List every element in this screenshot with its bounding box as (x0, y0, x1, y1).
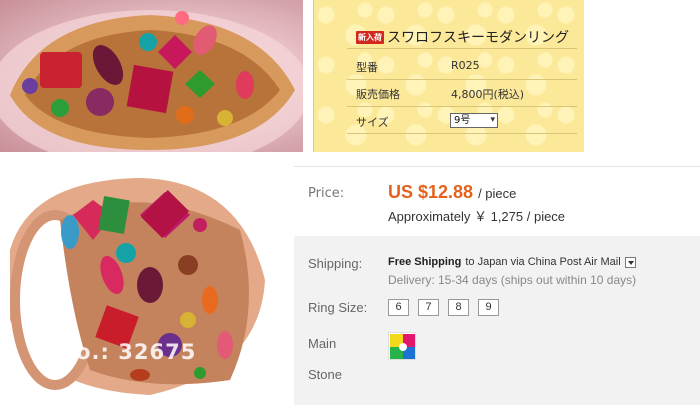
watermark-text: e No.: 32675 (34, 340, 197, 364)
spec-value-model: R025 (451, 59, 480, 72)
shipping-label: Shipping: (308, 256, 363, 271)
delivery-estimate: Delivery: 15-34 days (ships out within 1… (388, 273, 637, 287)
product-photo-top (0, 0, 303, 152)
divider (347, 79, 577, 80)
divider (347, 106, 577, 107)
new-arrival-badge: 新入荷 (356, 30, 384, 44)
multicolor-stone-icon (390, 334, 415, 359)
shipping-method: Free Shipping to Japan via China Post Ai… (388, 256, 636, 268)
price-label: Price: (308, 186, 345, 201)
spec-box: 新入荷 スワロフスキーモダンリング 型番 R025 販売価格 4,800円(税込… (313, 0, 584, 152)
shipping-detail: to Japan via China Post Air Mail (465, 256, 621, 268)
main-stone-swatch[interactable] (388, 332, 416, 360)
spec-value-price: 4,800円(税込) (451, 88, 525, 101)
main-stone-label-line2: Stone (308, 367, 342, 382)
price-approx: Approximately ￥ 1,275 / piece (388, 209, 566, 224)
shipping-dropdown-button[interactable] (624, 256, 636, 268)
ring-size-option[interactable]: 8 (448, 299, 469, 316)
divider (347, 48, 577, 49)
price-unit: / piece (478, 186, 517, 201)
size-select-value: 9号 (454, 115, 471, 126)
main-stone-label-line1: Main (308, 336, 337, 351)
price-section: Price: US $12.88 / piece Approximately ￥… (294, 166, 700, 236)
divider (347, 133, 577, 134)
ring-size-option[interactable]: 6 (388, 299, 409, 316)
spec-label-price: 販売価格 (356, 88, 400, 101)
price-amount: US $12.88 (388, 182, 474, 202)
ring-size-label: Ring Size: (308, 300, 368, 315)
product-photo-main: e No.: 32675 (0, 160, 278, 405)
ring-top-illustration (0, 10, 303, 152)
chevron-down-icon: ▾ (490, 115, 495, 125)
ring-size-options: 6 7 8 9 (388, 299, 499, 316)
price-value: US $12.88 / piece (388, 182, 516, 203)
size-select[interactable]: 9号 ▾ (450, 113, 498, 128)
spec-label-size: サイズ (356, 116, 389, 129)
ring-main-illustration (10, 178, 265, 395)
ring-size-option[interactable]: 9 (478, 299, 499, 316)
free-shipping-text: Free Shipping (388, 256, 462, 268)
spec-title: 新入荷 スワロフスキーモダンリング (356, 27, 569, 47)
ring-size-option[interactable]: 7 (418, 299, 439, 316)
shipping-options-section: Shipping: Free Shipping to Japan via Chi… (294, 236, 700, 405)
spec-title-text: スワロフスキーモダンリング (387, 30, 569, 46)
spec-label-model: 型番 (356, 61, 378, 74)
